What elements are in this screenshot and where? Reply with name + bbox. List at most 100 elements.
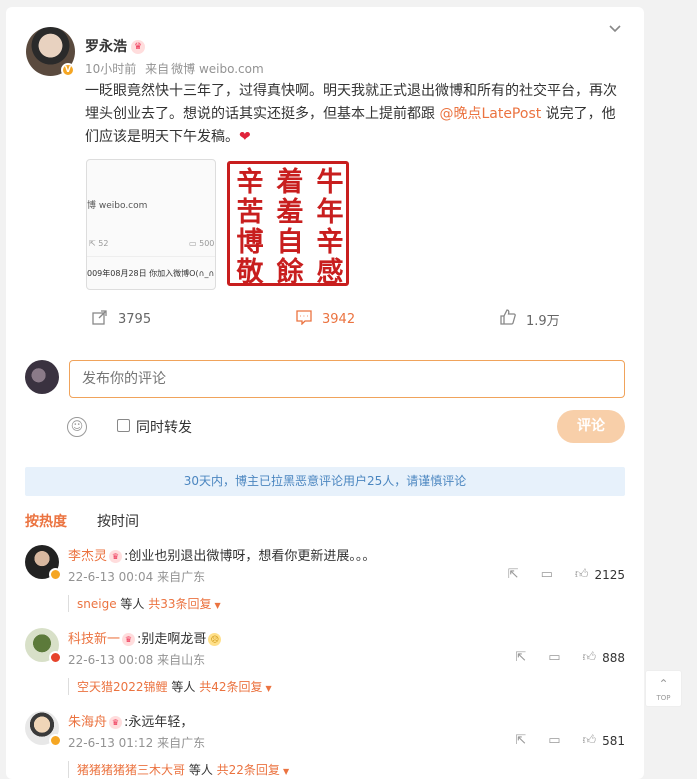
crown-badge-icon: ♛ [122,633,136,646]
sort-by-time-tab[interactable]: 按时间 [97,511,139,531]
crown-badge-icon: ♛ [109,716,123,729]
comment-replies-link[interactable]: 空天猎2022锦鲤 等人 共42条回复 ▼ [68,678,272,695]
share-count: 3795 [118,311,152,327]
comment-time: 22-6-13 00:08 [68,653,154,667]
crown-badge-icon: ♛ [109,550,123,563]
post-image-screenshot[interactable]: 博 weibo.com ⇱ 52 ▭ 500 009年08月28日 你加入微博O… [86,159,216,290]
seal-col-mid: 着羞自餘 [276,167,304,288]
comment-meta: 22-6-13 00:04 来自广东 [68,568,205,585]
comment-location: 来自山东 [157,653,206,667]
share-button[interactable]: 3795 [92,305,151,333]
verified-badge-icon [49,568,62,581]
comment-actions: ⇱ ▭ 👍︎ 888 [495,650,625,665]
comment-location: 来自广东 [157,736,206,750]
author-name-text[interactable]: 罗永浩 [85,39,127,55]
reply-user[interactable]: 空天猎2022锦鲤 [77,680,168,694]
reply-icon[interactable]: ▭ [541,567,553,582]
blocked-users-notice: 30天内，博主已拉黑恶意评论用户25人，请谨慎评论 [25,467,625,496]
reply-icon[interactable]: ▭ [548,650,560,665]
comment-time: 22-6-13 01:12 [68,736,154,750]
comment-input[interactable] [69,360,625,398]
reply-mid-text: 等人 [116,597,149,611]
verified-badge-icon [49,734,62,747]
reply-user[interactable]: sneige [77,597,117,611]
comment-replies-link[interactable]: sneige 等人 共33条回复 ▼ [68,595,221,612]
chevron-up-icon: ⌃ [658,677,669,691]
commenter-name[interactable]: 李杰灵 [68,549,107,564]
share-icon [92,309,108,329]
reply-mid-text: 等人 [185,763,217,777]
caret-down-icon: ▼ [282,767,290,776]
crying-emoji-icon: ☹ [208,633,222,646]
submit-comment-button[interactable]: 评论 [557,410,625,443]
comment-actions: ⇱ ▭ 👍︎ 2125 [488,567,625,582]
current-user-avatar[interactable] [25,360,59,394]
thumb-footer-text: 009年08月28日 你加入微博O(∩_∩)O [87,269,216,278]
comment-location: 来自广东 [157,570,206,584]
comment-meta: 22-6-13 01:12 来自广东 [68,734,205,751]
comment-text: 朱海舟 ♛:永远年轻， [68,711,193,730]
repost-checkbox[interactable] [117,419,130,432]
thumbs-up-icon[interactable]: 👍︎ [583,733,597,748]
sort-by-hot-tab[interactable]: 按热度 [25,511,67,531]
seal-stamp: 辛苦博敬 着羞自餘 牛年辛感 [227,161,349,288]
reply-mid-text: 等人 [167,680,200,694]
verified-badge-icon [49,651,62,664]
like-count: 1.9万 [526,313,560,329]
comment-time: 22-6-13 00:04 [68,570,154,584]
reply-count[interactable]: 共22条回复 [217,763,280,777]
seal-col-right: 牛年辛感 [316,167,344,288]
comment-body: :别走啊龙哥 [137,632,207,647]
comment-replies-link[interactable]: 猪猪猪猪猪三木大哥 等人 共22条回复 ▼ [68,761,289,778]
comment-count: 3942 [322,311,356,327]
thumb-comment-count: 500 [199,239,215,248]
comment-icon [296,309,312,329]
post-source: 微博 weibo.com [171,62,264,76]
repost-label[interactable]: 同时转发 [136,417,192,437]
caret-down-icon: ▼ [265,684,272,693]
reply-count[interactable]: 共42条回复 [199,680,262,694]
thumbs-up-icon[interactable]: 👍︎ [583,650,597,665]
thumbs-up-icon [500,309,516,329]
crown-badge-icon: ♛ [131,40,145,54]
comment-body: :永远年轻， [124,715,194,730]
thumb-share-count: 52 [98,239,109,248]
share-icon[interactable]: ⇱ [515,733,526,748]
comment-like-count: 2125 [594,567,625,582]
thumb-share: ⇱ 52 [89,239,109,248]
comment-button[interactable]: 3942 [296,305,355,333]
post-meta: 10小时前 来自 微博 weibo.com [85,60,269,77]
post-time[interactable]: 10小时前 [85,62,136,76]
back-to-top-button[interactable]: ⌃ TOP [645,670,682,707]
post-actions: 3795 3942 1.9万 [6,305,644,335]
comment-actions: ⇱ ▭ 👍︎ 581 [495,733,625,748]
back-to-top-label: TOP [656,694,671,702]
emoji-icon[interactable]: ☺ [67,417,87,437]
post-text: 一眨眼竟然快十三年了，过得真快啊。明天我就正式退出微博和所有的社交平台，再次埋头… [85,80,625,149]
like-button[interactable]: 1.9万 [500,305,560,333]
comment-text: 李杰灵 ♛:创业也别退出微博呀，想看你更新进展。。。 [68,545,375,564]
thumbs-up-icon[interactable]: 👍︎ [575,567,589,582]
author-name[interactable]: 罗永浩 ♛ [85,36,145,56]
reply-count[interactable]: 共33条回复 [148,597,211,611]
share-icon[interactable]: ⇱ [508,567,519,582]
reply-icon[interactable]: ▭ [548,733,560,748]
share-icon[interactable]: ⇱ [515,650,526,665]
commenter-name[interactable]: 朱海舟 [68,715,107,730]
verified-badge-icon: V [61,63,75,77]
caret-down-icon: ▼ [214,601,221,610]
comment-body: :创业也别退出微博呀，想看你更新进展。。。 [124,549,376,564]
source-prefix: 来自 [145,62,170,76]
comment-like-count: 888 [602,650,625,665]
comment-meta: 22-6-13 00:08 来自山东 [68,651,205,668]
post-image-seal[interactable]: 辛苦博敬 着羞自餘 牛年辛感 [223,159,351,290]
comment-like-count: 581 [602,733,625,748]
thumb-url-text: 博 weibo.com [87,201,148,211]
heart-emoji: ❤ [239,129,251,145]
reply-user[interactable]: 猪猪猪猪猪三木大哥 [77,763,185,777]
mention-link[interactable]: @晚点LatePost [439,106,541,122]
commenter-name[interactable]: 科技新一 [68,632,120,647]
chevron-down-icon[interactable] [606,22,624,40]
thumb-comment: ▭ 500 [189,239,215,248]
seal-col-left: 辛苦博敬 [236,167,264,288]
